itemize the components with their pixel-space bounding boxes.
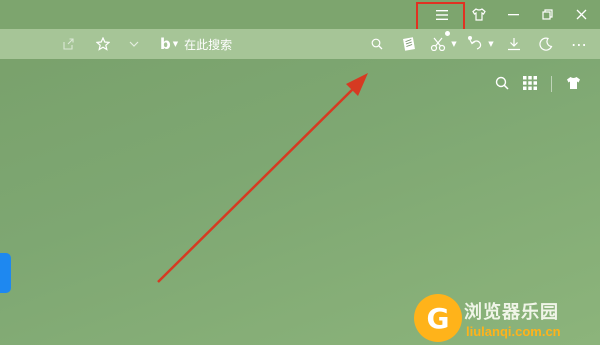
side-panel-tab[interactable] [0, 253, 11, 293]
watermark-title: 浏览器乐园 [464, 302, 559, 323]
watermark: G 浏览器乐园 liulanqi.com.cn [414, 294, 600, 345]
watermark-url: liulanqi.com.cn [466, 324, 561, 339]
watermark-logo: G [414, 294, 462, 342]
